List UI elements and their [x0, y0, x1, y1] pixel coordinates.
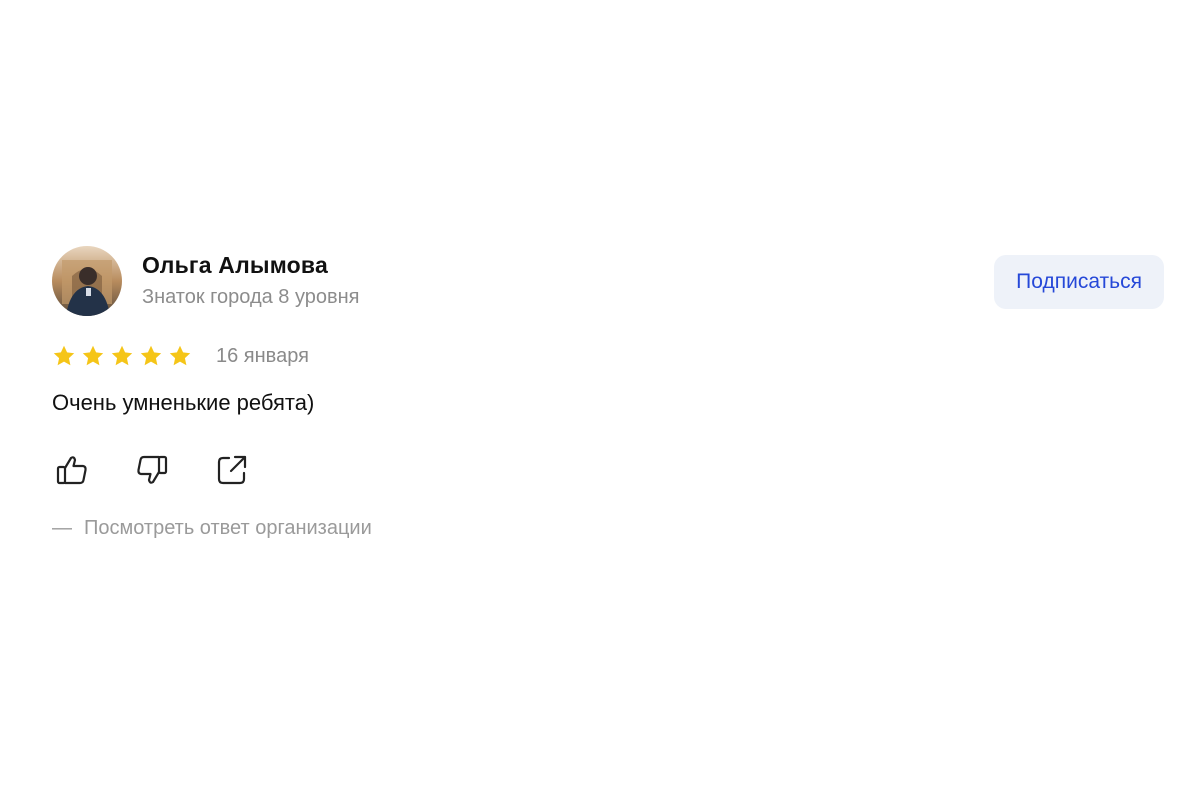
share-button[interactable]	[214, 454, 250, 490]
like-button[interactable]	[54, 454, 90, 490]
dislike-button[interactable]	[134, 454, 170, 490]
author-info: Ольга Алымова Знаток города 8 уровня	[142, 250, 360, 312]
review-header: Ольга Алымова Знаток города 8 уровня Под…	[52, 246, 1164, 320]
star-icon	[168, 344, 192, 368]
thumbs-up-icon	[54, 452, 90, 493]
thumbs-down-icon	[134, 452, 170, 493]
dash: —	[52, 517, 72, 539]
review-text: Очень умненькие ребята)	[52, 390, 315, 415]
subscribe-button[interactable]: Подписаться	[994, 255, 1164, 309]
author-name[interactable]: Ольга Алымова	[142, 250, 360, 280]
org-reply-label: Посмотреть ответ организации	[84, 517, 372, 539]
star-rating	[52, 344, 192, 368]
star-icon	[110, 344, 134, 368]
review-card: Ольга Алымова Знаток города 8 уровня Под…	[52, 246, 1164, 539]
avatar[interactable]	[52, 246, 122, 316]
star-icon	[52, 344, 76, 368]
rating-row: 16 января	[52, 342, 309, 370]
review-date: 16 января	[216, 344, 309, 367]
author-level: Знаток города 8 уровня	[142, 286, 360, 308]
review-actions	[54, 454, 250, 490]
view-org-reply-link[interactable]: — Посмотреть ответ организации	[52, 514, 372, 542]
star-icon	[81, 344, 105, 368]
star-icon	[139, 344, 163, 368]
share-icon	[214, 452, 250, 493]
